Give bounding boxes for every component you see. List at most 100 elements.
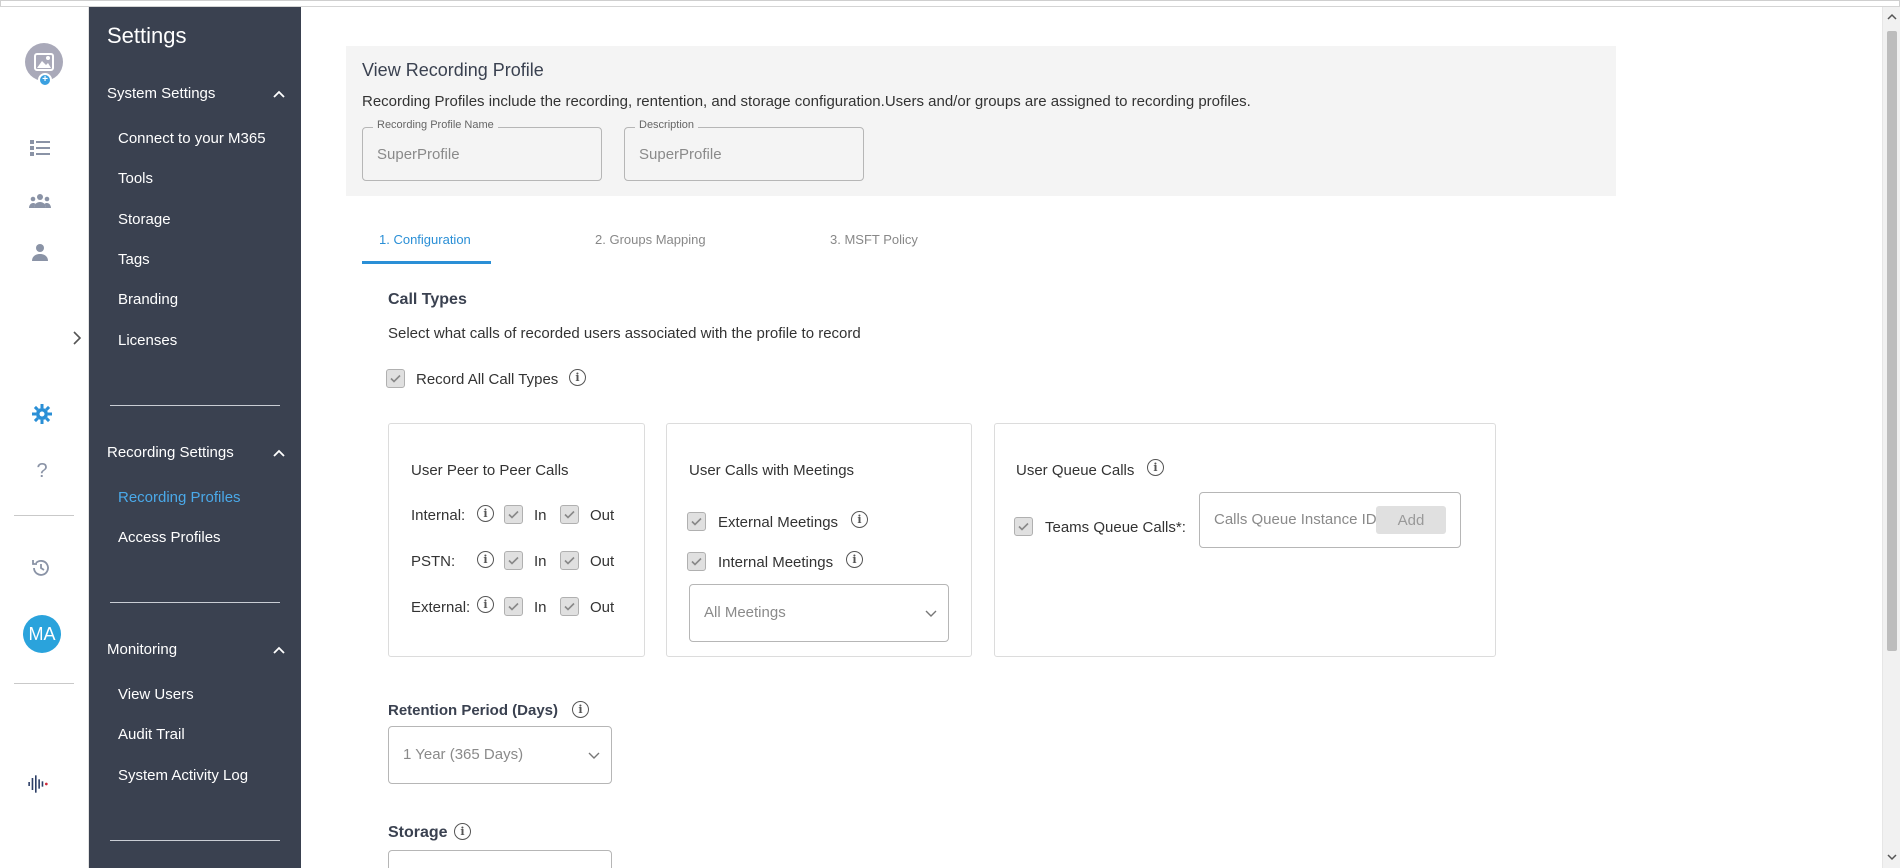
icon-rail: + ? MA — [0, 7, 89, 868]
external-out-checkbox[interactable] — [560, 597, 579, 616]
scroll-down-icon[interactable] — [1886, 851, 1898, 863]
sidebar-divider — [110, 405, 280, 406]
sidebar-item-tags[interactable]: Tags — [118, 251, 150, 268]
select-value: 1 Year (365 Days) — [403, 746, 524, 763]
section-recording-settings[interactable]: Recording Settings — [107, 444, 285, 461]
section-monitoring[interactable]: Monitoring — [107, 641, 285, 658]
external-meetings-checkbox[interactable] — [687, 512, 706, 531]
info-icon[interactable]: i — [569, 369, 586, 386]
history-icon[interactable] — [29, 556, 53, 580]
record-all-checkbox[interactable] — [386, 369, 405, 388]
add-photo-icon[interactable]: + — [38, 73, 52, 87]
field-value: SuperProfile — [377, 146, 460, 163]
meetings-select[interactable]: All Meetings — [689, 584, 949, 642]
check-icon — [508, 510, 519, 519]
rail-divider — [14, 515, 74, 516]
section-system-settings[interactable]: System Settings — [107, 85, 285, 102]
record-all-label: Record All Call Types — [416, 371, 559, 388]
teams-queue-label: Teams Queue Calls*: — [1045, 519, 1186, 536]
user-initials: MA — [28, 623, 56, 644]
external-label: External: — [411, 599, 471, 616]
sidebar-item-connect-m365[interactable]: Connect to your M365 — [118, 130, 266, 147]
sidebar-item-view-users[interactable]: View Users — [118, 686, 194, 703]
queue-input-placeholder: Calls Queue Instance ID — [1214, 511, 1377, 528]
out-label: Out — [590, 599, 615, 616]
brand-logo-icon — [27, 772, 51, 796]
check-icon — [1018, 522, 1029, 531]
check-icon — [564, 556, 575, 565]
call-types-heading: Call Types — [388, 291, 467, 308]
internal-in-checkbox[interactable] — [504, 505, 523, 524]
sidebar-item-licenses[interactable]: Licenses — [118, 332, 177, 349]
in-label: In — [534, 507, 547, 524]
section-label: System Settings — [107, 85, 216, 102]
page-title: View Recording Profile — [362, 60, 544, 80]
info-icon[interactable]: i — [477, 505, 494, 522]
rail-divider — [14, 683, 74, 684]
groups-icon[interactable] — [28, 189, 52, 213]
peer-calls-title: User Peer to Peer Calls — [411, 462, 569, 479]
info-icon[interactable]: i — [1147, 459, 1164, 476]
page-description: Recording Profiles include the recording… — [362, 93, 1251, 110]
user-avatar[interactable]: MA — [23, 615, 61, 653]
internal-meetings-label: Internal Meetings — [718, 554, 834, 571]
peer-calls-card — [388, 423, 645, 657]
check-icon — [564, 510, 575, 519]
storage-select[interactable] — [388, 850, 612, 868]
check-icon — [508, 556, 519, 565]
internal-label: Internal: — [411, 507, 466, 524]
expand-chevron-icon[interactable] — [70, 330, 84, 346]
info-icon[interactable]: i — [477, 596, 494, 613]
tab-msft-policy[interactable]: 3. MSFT Policy — [830, 232, 918, 247]
select-value: All Meetings — [704, 604, 786, 621]
field-label: Description — [635, 119, 699, 131]
tab-configuration[interactable]: 1. Configuration — [379, 232, 471, 247]
pstn-out-checkbox[interactable] — [560, 551, 579, 570]
teams-queue-checkbox[interactable] — [1014, 517, 1033, 536]
storage-heading: Storage — [388, 824, 448, 841]
check-icon — [564, 602, 575, 611]
sidebar-item-storage[interactable]: Storage — [118, 211, 171, 228]
call-types-subtext: Select what calls of recorded users asso… — [388, 325, 861, 342]
sidebar-item-access-profiles[interactable]: Access Profiles — [118, 529, 221, 546]
check-icon — [390, 374, 401, 383]
retention-heading: Retention Period (Days) — [388, 702, 559, 719]
pstn-in-checkbox[interactable] — [504, 551, 523, 570]
external-in-checkbox[interactable] — [504, 597, 523, 616]
info-icon[interactable]: i — [477, 551, 494, 568]
sidebar-item-system-activity-log[interactable]: System Activity Log — [118, 767, 248, 784]
chevron-down-icon — [924, 607, 938, 621]
profile-name-field[interactable]: Recording Profile Name SuperProfile — [362, 119, 602, 181]
scroll-thumb[interactable] — [1887, 31, 1897, 651]
info-icon[interactable]: i — [454, 823, 471, 840]
tab-groups-mapping[interactable]: 2. Groups Mapping — [595, 232, 706, 247]
user-icon[interactable] — [28, 240, 52, 264]
add-button[interactable]: Add — [1376, 506, 1446, 534]
sidebar-item-recording-profiles[interactable]: Recording Profiles — [118, 489, 241, 506]
settings-sidebar: Settings System Settings Connect to your… — [89, 7, 301, 868]
info-icon[interactable]: i — [846, 551, 863, 568]
sidebar-item-branding[interactable]: Branding — [118, 291, 178, 308]
scroll-up-icon[interactable] — [1886, 10, 1898, 22]
internal-out-checkbox[interactable] — [560, 505, 579, 524]
field-value: SuperProfile — [639, 146, 722, 163]
internal-meetings-checkbox[interactable] — [687, 552, 706, 571]
gear-icon[interactable] — [30, 402, 54, 426]
sidebar-item-audit-trail[interactable]: Audit Trail — [118, 726, 185, 743]
queue-instance-input[interactable]: Calls Queue Instance ID Add — [1199, 492, 1461, 548]
sidebar-item-tools[interactable]: Tools — [118, 170, 153, 187]
chevron-up-icon — [273, 646, 285, 654]
info-icon[interactable]: i — [851, 511, 868, 528]
in-label: In — [534, 553, 547, 570]
description-field[interactable]: Description SuperProfile — [624, 119, 864, 181]
list-icon[interactable] — [28, 136, 52, 160]
chevron-down-icon — [587, 749, 601, 763]
sidebar-divider — [110, 602, 280, 603]
help-icon[interactable]: ? — [30, 459, 54, 483]
meetings-title: User Calls with Meetings — [689, 462, 855, 479]
vertical-scrollbar[interactable] — [1882, 7, 1900, 868]
check-icon — [691, 557, 702, 566]
info-icon[interactable]: i — [572, 701, 589, 718]
queue-calls-title: User Queue Calls — [1016, 462, 1135, 479]
retention-select[interactable]: 1 Year (365 Days) — [388, 726, 612, 784]
